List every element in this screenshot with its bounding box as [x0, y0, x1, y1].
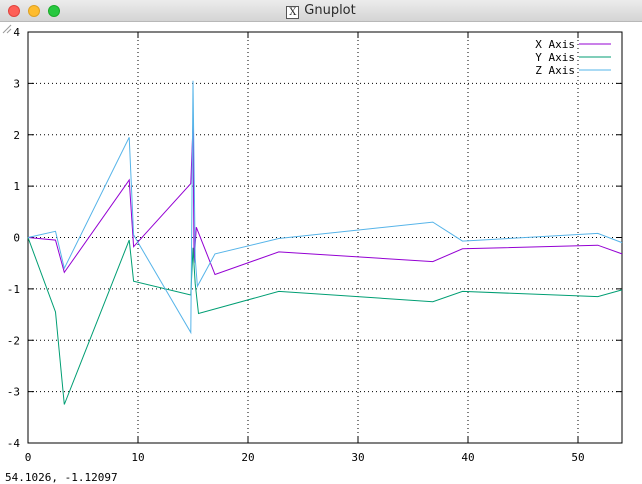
y-tick-label: 1 [13, 180, 20, 193]
y-tick-label: -2 [7, 334, 20, 347]
legend-label: Z Axis [535, 64, 575, 77]
y-tick-label: -1 [7, 283, 20, 296]
y-tick-label: 3 [13, 77, 20, 90]
window-title: Gnuplot [304, 3, 356, 18]
x-tick-label: 50 [571, 451, 584, 464]
series-line-y-axis [27, 237, 623, 405]
resize-grip-icon[interactable] [0, 22, 12, 34]
window-title-group: X Gnuplot [0, 3, 642, 19]
x-tick-label: 30 [351, 451, 364, 464]
y-tick-label: -3 [7, 386, 20, 399]
x11-icon: X [286, 6, 300, 19]
coordinate-readout: 54.1026, -1.12097 [5, 471, 118, 484]
x-tick-label: 10 [131, 451, 144, 464]
x-tick-label: 40 [461, 451, 474, 464]
legend-label: Y Axis [535, 51, 575, 64]
x-tick-label: 0 [25, 451, 32, 464]
x-tick-label: 20 [241, 451, 254, 464]
y-tick-label: 4 [13, 26, 20, 39]
y-tick-label: 2 [13, 129, 20, 142]
legend-label: X Axis [535, 38, 575, 51]
gnuplot-chart[interactable]: 0 10 20 30 40 50 -4 -3 -2 -1 0 1 2 3 4 X AxisY AxisZ Ax… [0, 22, 642, 469]
series-line-x-axis [27, 124, 623, 276]
window-titlebar: X Gnuplot [0, 0, 642, 22]
y-tick-label: 0 [13, 232, 20, 245]
y-tick-label: -4 [7, 437, 21, 450]
